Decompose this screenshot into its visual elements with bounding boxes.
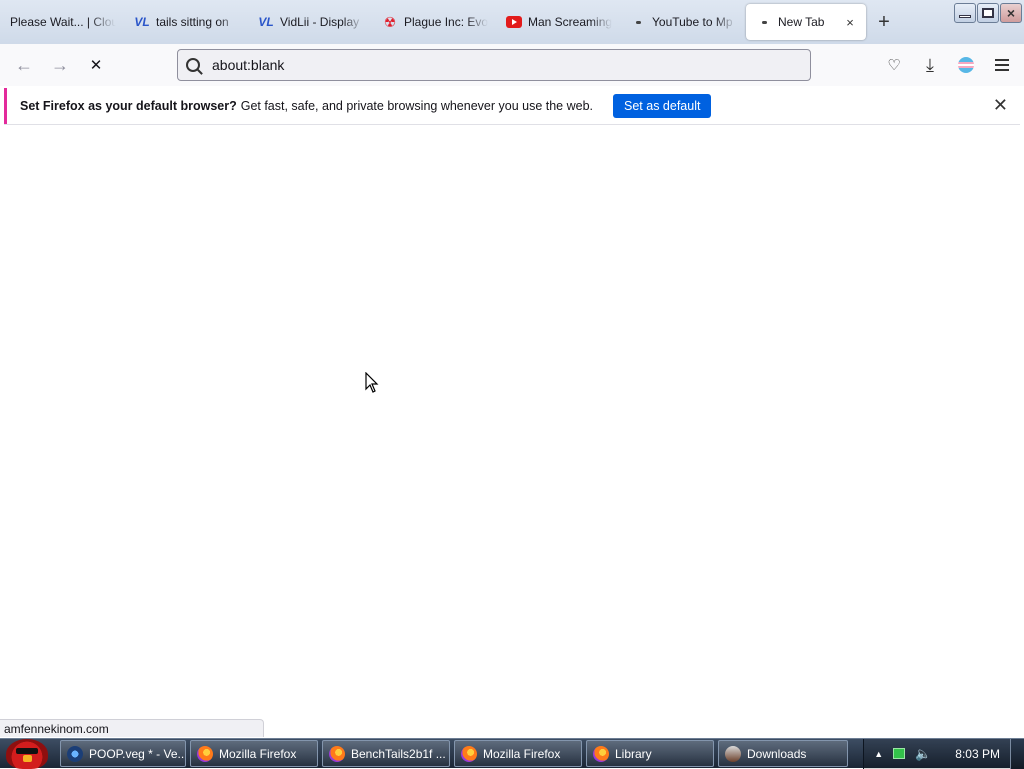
taskbar-item-label: Library xyxy=(615,746,652,761)
tab-vidlii-display[interactable]: VL VidLii - Display xyxy=(248,0,372,44)
account-button[interactable] xyxy=(950,49,982,81)
firefox-icon xyxy=(329,745,345,762)
vegas-icon xyxy=(67,745,83,762)
taskbar-item-label: Mozilla Firefox xyxy=(219,746,297,761)
set-as-default-button[interactable]: Set as default xyxy=(613,94,712,118)
start-button[interactable] xyxy=(0,738,56,769)
notification-text: Get fast, safe, and private browsing whe… xyxy=(240,99,594,113)
tab-man-screaming[interactable]: Man Screaming xyxy=(496,0,620,44)
clock[interactable]: 8:03 PM xyxy=(955,747,1000,761)
tab-strip: Please Wait... | Cloud VL tails sitting … xyxy=(0,0,1024,44)
tab-title: YouTube to Mp xyxy=(652,15,733,29)
tab-title: Plague Inc: Evo xyxy=(404,15,488,29)
close-icon: × xyxy=(1006,5,1016,21)
url-bar[interactable] xyxy=(177,49,811,81)
taskbar-item-label: Mozilla Firefox xyxy=(483,746,561,761)
forward-arrow-icon: → xyxy=(51,54,69,75)
taskbar-item-label: POOP.veg * - Ve... xyxy=(89,746,186,761)
vidlii-icon: VL xyxy=(258,15,274,29)
taskbar-item-label: Downloads xyxy=(747,746,807,761)
forward-button[interactable]: → xyxy=(42,49,78,81)
taskbar-item-firefox-2[interactable]: Mozilla Firefox xyxy=(454,740,582,767)
close-window-button[interactable]: × xyxy=(1000,3,1022,23)
downloads-icon xyxy=(725,745,741,762)
default-browser-notification: Set Firefox as your default browser? Get… xyxy=(4,88,1020,124)
tab-title: New Tab xyxy=(778,15,825,29)
notification-heading: Set Firefox as your default browser? xyxy=(20,99,237,113)
pocket-icon: ♡ xyxy=(887,57,901,74)
tab-new-tab[interactable]: New Tab × xyxy=(746,4,866,40)
dot-icon xyxy=(630,14,646,30)
tab-title: VidLii - Display xyxy=(280,15,360,29)
maximize-button[interactable] xyxy=(977,3,999,23)
account-avatar-icon xyxy=(958,57,974,73)
tab-title: tails sitting on xyxy=(156,15,229,29)
firefox-icon xyxy=(197,745,213,762)
back-arrow-icon: ← xyxy=(15,54,33,75)
taskbar-item-downloads[interactable]: Downloads xyxy=(718,740,848,767)
page-content[interactable] xyxy=(0,126,1024,737)
search-icon xyxy=(186,58,200,72)
show-desktop-button[interactable] xyxy=(1010,738,1024,769)
navigation-toolbar: ← → ✕ ♡ ⤓ xyxy=(0,44,1024,86)
app-menu-button[interactable] xyxy=(986,49,1018,81)
plague-icon: ☢ xyxy=(383,13,397,30)
youtube-icon xyxy=(506,16,522,28)
taskbar: POOP.veg * - Ve... Mozilla Firefox Bench… xyxy=(0,738,1024,769)
tab-tails-sitting[interactable]: VL tails sitting on xyxy=(124,0,248,44)
tab-please-wait[interactable]: Please Wait... | Cloud xyxy=(0,0,124,44)
taskbar-item-benchtails[interactable]: BenchTails2b1f ... xyxy=(322,740,450,767)
pocket-button[interactable]: ♡ xyxy=(878,49,910,81)
vidlii-icon: VL xyxy=(134,15,150,29)
volume-icon[interactable]: 🔈 xyxy=(915,746,931,762)
network-icon[interactable] xyxy=(893,748,906,759)
firefox-icon xyxy=(593,745,609,762)
tab-plague-inc[interactable]: ☢ Plague Inc: Evo xyxy=(372,0,496,44)
maximize-icon xyxy=(982,8,994,18)
link-status-bar: amfennekinom.com xyxy=(0,719,264,737)
taskbar-item-library[interactable]: Library xyxy=(586,740,714,767)
show-hidden-icons-icon[interactable]: ▲ xyxy=(874,749,883,759)
download-icon: ⤓ xyxy=(926,54,934,75)
back-button[interactable]: ← xyxy=(6,49,42,81)
taskbar-item-firefox-1[interactable]: Mozilla Firefox xyxy=(190,740,318,767)
toolbar-right: ♡ ⤓ xyxy=(878,49,1018,81)
tab-youtube-to-mp[interactable]: YouTube to Mp xyxy=(620,0,744,44)
notification-close-icon[interactable]: ✕ xyxy=(993,96,1008,114)
taskbar-item-label: BenchTails2b1f ... xyxy=(351,746,446,761)
firefox-icon xyxy=(461,745,477,762)
system-tray: ▲ 🔈 8:03 PM xyxy=(863,738,1010,769)
tab-title: Please Wait... | Cloud xyxy=(10,15,116,29)
stop-icon: ✕ xyxy=(89,57,103,74)
minimize-button[interactable] xyxy=(954,3,976,23)
stop-button[interactable]: ✕ xyxy=(78,49,114,81)
url-input[interactable] xyxy=(212,57,772,73)
loading-dot-icon xyxy=(756,14,772,30)
window-controls: × xyxy=(954,3,1022,23)
downloads-button[interactable]: ⤓ xyxy=(914,49,946,81)
tab-title: Man Screaming xyxy=(528,15,612,29)
taskbar-item-vegas[interactable]: POOP.veg * - Ve... xyxy=(60,740,186,767)
angry-bird-start-icon xyxy=(6,738,48,769)
new-tab-button[interactable]: + xyxy=(866,0,902,44)
minimize-icon xyxy=(959,14,971,18)
tab-close-icon[interactable]: × xyxy=(842,15,858,30)
hamburger-menu-icon xyxy=(995,59,1009,71)
